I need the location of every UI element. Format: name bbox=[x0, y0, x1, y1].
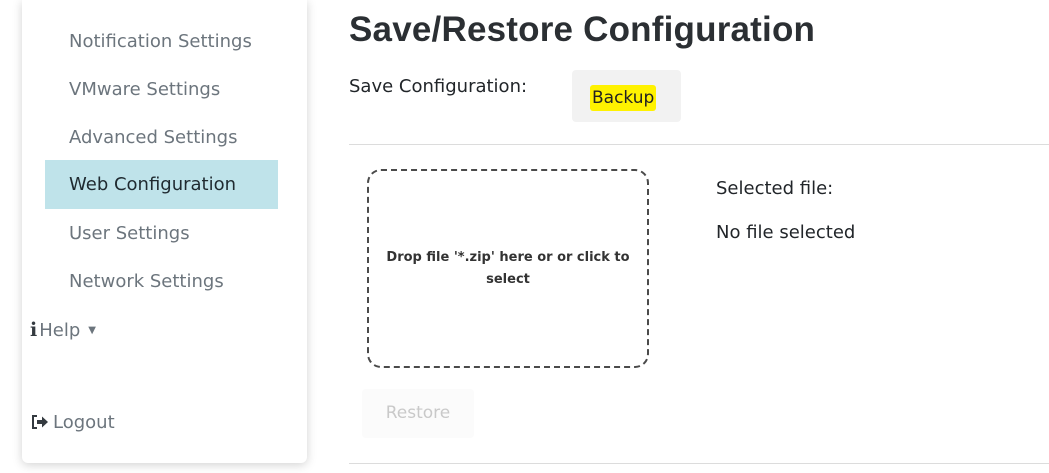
selected-file-label: Selected file: bbox=[716, 178, 834, 199]
dropzone-text: Drop file '*.zip' here or or click to se… bbox=[386, 249, 630, 287]
logout-link[interactable]: Logout bbox=[31, 398, 115, 447]
page-title: Save/Restore Configuration bbox=[349, 10, 816, 49]
sidebar: Notification Settings VMware Settings Ad… bbox=[22, 0, 307, 463]
sidebar-item-network-settings[interactable]: Network Settings bbox=[45, 257, 278, 306]
restore-button[interactable]: Restore bbox=[362, 389, 474, 438]
save-configuration-label: Save Configuration: bbox=[349, 76, 528, 97]
file-dropzone[interactable]: Drop file '*.zip' here or or click to se… bbox=[367, 169, 649, 368]
sign-out-icon bbox=[31, 400, 51, 449]
sidebar-item-vmware-settings[interactable]: VMware Settings bbox=[45, 65, 278, 114]
app-root: Notification Settings VMware Settings Ad… bbox=[0, 0, 1049, 473]
info-icon: i bbox=[30, 319, 38, 341]
divider-top bbox=[349, 144, 1049, 145]
sidebar-item-web-configuration[interactable]: Web Configuration bbox=[45, 160, 278, 209]
sidebar-item-advanced-settings[interactable]: Advanced Settings bbox=[45, 113, 278, 162]
selected-file-value: No file selected bbox=[716, 222, 856, 243]
help-label: Help bbox=[39, 320, 81, 341]
backup-button[interactable]: Backup bbox=[572, 70, 681, 122]
sidebar-item-notification-settings[interactable]: Notification Settings bbox=[45, 17, 278, 66]
sidebar-item-user-settings[interactable]: User Settings bbox=[45, 209, 278, 258]
help-menu[interactable]: i Help ▼ bbox=[30, 306, 96, 355]
caret-down-icon: ▼ bbox=[88, 325, 96, 336]
divider-bottom bbox=[349, 463, 1049, 464]
backup-button-label: Backup bbox=[590, 85, 657, 111]
logout-label: Logout bbox=[53, 412, 115, 433]
